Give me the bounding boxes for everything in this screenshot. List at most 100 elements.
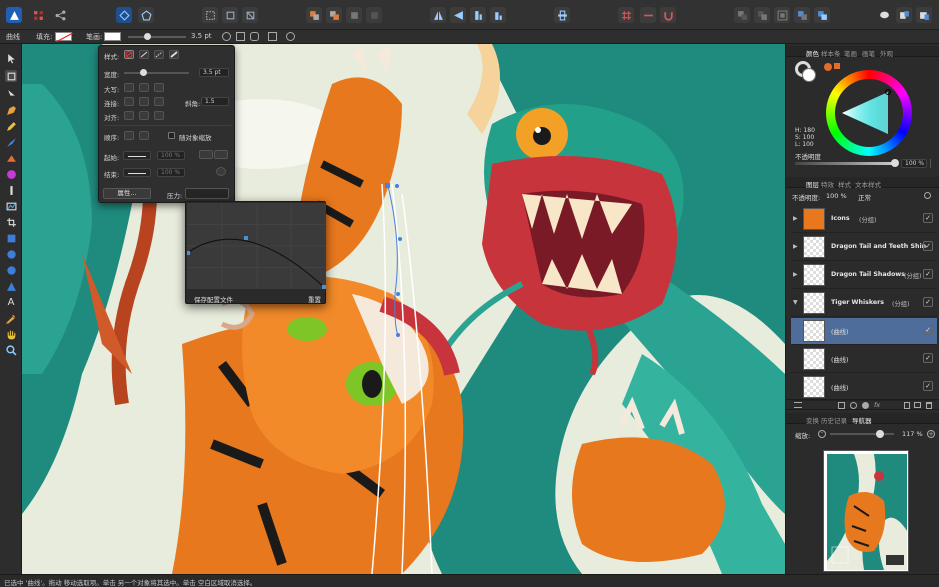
place-image-icon[interactable]: [5, 200, 17, 212]
fill-tool-icon[interactable]: [5, 152, 17, 164]
tab-text-styles[interactable]: 文本样式: [855, 179, 881, 189]
move-tool-icon[interactable]: [5, 52, 17, 64]
align-center-button[interactable]: [124, 111, 134, 120]
cap-butt-button[interactable]: [124, 83, 134, 92]
stroke-width-knob[interactable]: [144, 33, 151, 40]
order-back-button[interactable]: [124, 131, 134, 140]
insert-selection-icon[interactable]: [794, 7, 810, 23]
share-icon[interactable]: [52, 7, 68, 23]
tab-navigator[interactable]: 导航器: [852, 415, 872, 425]
tab-swatches[interactable]: 样本条: [821, 48, 841, 58]
join-miter-button[interactable]: [124, 97, 134, 106]
end-arrow-dropdown[interactable]: [123, 168, 151, 177]
miter-field[interactable]: 1.5: [201, 97, 229, 106]
arrange-icon[interactable]: [554, 7, 570, 23]
cap-round-button[interactable]: [139, 83, 149, 92]
pencil-tool-icon[interactable]: [5, 120, 17, 132]
boolean-divide-icon[interactable]: [366, 7, 382, 23]
insert-top-icon[interactable]: [754, 7, 770, 23]
align-inside-button[interactable]: [139, 111, 149, 120]
layer-row[interactable]: (曲线) ✓: [791, 374, 937, 401]
tab-styles[interactable]: 样式: [838, 179, 851, 189]
swap-arrows-button[interactable]: [199, 150, 213, 159]
layer-row[interactable]: (曲线) ✓: [791, 318, 937, 345]
tab-stroke[interactable]: 笔画: [844, 48, 857, 58]
layer-visibility-checkbox[interactable]: ✓: [923, 297, 933, 307]
zoom-slider[interactable]: [830, 430, 894, 438]
expand-arrow-icon[interactable]: ▶: [793, 243, 798, 250]
width-slider-knob[interactable]: [140, 69, 147, 76]
scale-with-object-checkbox[interactable]: [168, 132, 175, 139]
end-scale-field[interactable]: 100 %: [157, 168, 185, 177]
delete-layer-icon[interactable]: [926, 402, 932, 409]
layer-visibility-checkbox[interactable]: ✓: [923, 213, 933, 223]
group-layer-icon[interactable]: [914, 402, 921, 408]
text-tool-icon[interactable]: A: [5, 296, 17, 308]
ellipse-tool-icon[interactable]: [5, 248, 17, 260]
crop-tool-icon[interactable]: [5, 216, 17, 228]
gradient-tool-icon[interactable]: [5, 168, 17, 180]
expand-arrow-icon[interactable]: ▶: [793, 215, 798, 222]
expand-arrow-icon[interactable]: ▼: [793, 299, 798, 306]
node-align-icon[interactable]: [236, 32, 245, 41]
insert-mode-icon[interactable]: [814, 7, 830, 23]
layer-visibility-checkbox[interactable]: ✓: [923, 381, 933, 391]
app-logo-icon[interactable]: [6, 7, 22, 23]
node-snap-icon[interactable]: [222, 32, 231, 41]
select-box-icon[interactable]: [222, 7, 238, 23]
point-transform-icon[interactable]: [5, 88, 17, 100]
stroke-swatch[interactable]: [104, 32, 121, 41]
snapping-toggle-icon[interactable]: [640, 7, 656, 23]
boolean-subtract-icon[interactable]: [326, 7, 342, 23]
studio-panels-icon[interactable]: [896, 7, 912, 23]
magnet-icon[interactable]: [660, 7, 676, 23]
layer-row[interactable]: ▶ Dragon Tail Shadows (分组) ✓: [791, 262, 937, 289]
zoom-out-icon[interactable]: -: [818, 430, 826, 438]
style-solid-button[interactable]: [139, 50, 149, 59]
node-visibility-icon[interactable]: [250, 32, 259, 41]
opacity-field[interactable]: 100 %: [901, 159, 927, 168]
layer-visibility-checkbox[interactable]: ✓: [923, 325, 933, 335]
layer-settings-icon[interactable]: [924, 192, 931, 199]
node-tool-icon[interactable]: [5, 70, 17, 82]
layer-row[interactable]: ▶ Icons (分组) ✓: [791, 206, 937, 233]
layer-row[interactable]: ▶ Dragon Tail and Teeth Shin ✓: [791, 234, 937, 261]
rectangle-tool-icon[interactable]: [5, 232, 17, 244]
start-arrow-dropdown[interactable]: [123, 151, 151, 160]
color-wheel[interactable]: [826, 70, 912, 156]
expand-arrow-icon[interactable]: ▶: [793, 271, 798, 278]
tab-history[interactable]: 历史记录: [821, 415, 847, 425]
boolean-intersect-icon[interactable]: [346, 7, 362, 23]
opacity-slider-knob[interactable]: [891, 159, 899, 167]
rotate-left-icon[interactable]: [470, 7, 486, 23]
view-mode-icon[interactable]: [916, 7, 932, 23]
flip-horizontal-icon[interactable]: [430, 7, 446, 23]
fx-icon[interactable]: fx: [874, 401, 880, 409]
layer-row[interactable]: ▼ Tiger Whiskers (分组) ✓: [791, 290, 937, 317]
node-break-icon[interactable]: [268, 32, 277, 41]
fill-stroke-indicator[interactable]: [795, 61, 817, 83]
pressure-curve-graph[interactable]: [187, 203, 326, 289]
transform-origin-icon[interactable]: [202, 7, 218, 23]
transparency-tool-icon[interactable]: [5, 184, 17, 196]
node-close-icon[interactable]: [286, 32, 295, 41]
node-mode-icon[interactable]: [116, 7, 132, 23]
layers-options-icon[interactable]: [794, 402, 802, 408]
adjustment-icon[interactable]: [850, 402, 857, 409]
style-dash-button[interactable]: [154, 50, 164, 59]
join-round-button[interactable]: [139, 97, 149, 106]
layer-visibility-checkbox[interactable]: ✓: [923, 269, 933, 279]
stroke-width-value[interactable]: 3.5 pt: [191, 32, 212, 40]
cap-square-button[interactable]: [154, 83, 164, 92]
tab-appearance[interactable]: 外观: [880, 48, 893, 58]
layer-visibility-checkbox[interactable]: ✓: [923, 241, 933, 251]
tab-layers[interactable]: 图层: [806, 179, 819, 189]
style-none-button[interactable]: [124, 50, 134, 59]
tab-color[interactable]: 颜色: [806, 48, 819, 58]
opacity-stepper[interactable]: [930, 159, 935, 168]
width-slider[interactable]: [124, 69, 189, 76]
zoom-value[interactable]: 117 %: [902, 430, 923, 438]
tab-transform[interactable]: 变换: [806, 415, 819, 425]
insert-inside-icon[interactable]: [774, 7, 790, 23]
navigator-thumbnail[interactable]: [823, 450, 909, 572]
